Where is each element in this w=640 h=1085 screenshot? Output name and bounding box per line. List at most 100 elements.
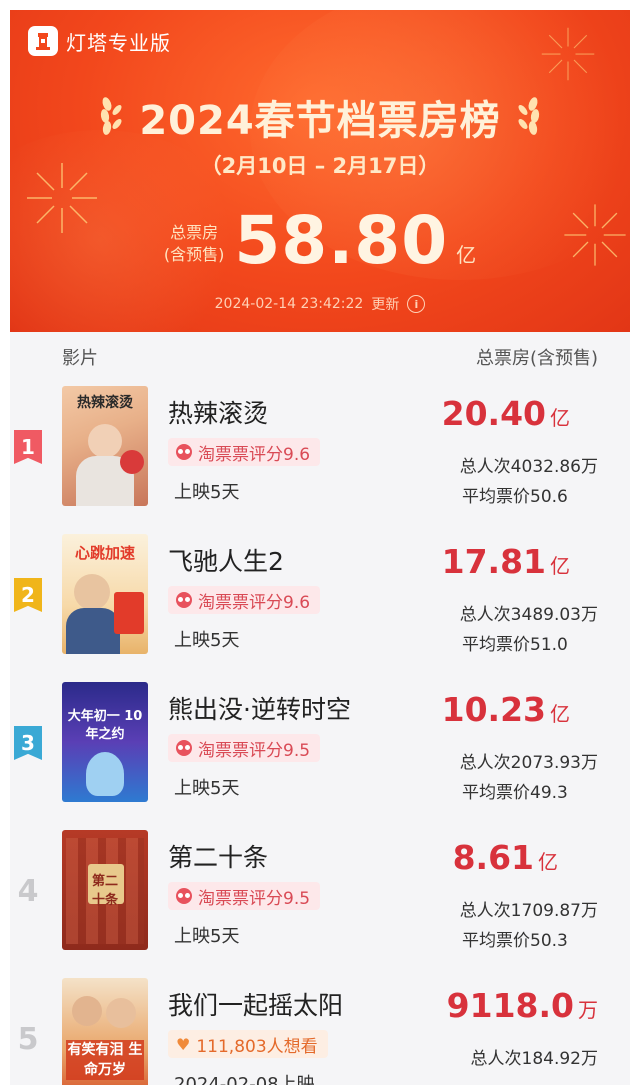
rating-text: 淘票票评分9.6 xyxy=(198,444,311,465)
info-icon[interactable]: i xyxy=(407,295,426,313)
header-banner: 灯塔专业版 2024春节档票房榜 （2月10日 – 2月17日） 总票房 (含预… xyxy=(10,10,630,332)
movie-poster[interactable]: 心跳加速 xyxy=(62,534,148,654)
release-days: 上映5天 xyxy=(174,926,240,947)
laurel-left-icon xyxy=(101,97,122,135)
admissions: 总人次2073.93万 xyxy=(459,753,598,773)
updated-suffix: 更新 xyxy=(371,297,400,313)
box-office-unit: 亿 xyxy=(538,850,558,874)
rating-badge: 淘票票评分9.5 xyxy=(168,734,321,762)
movie-row[interactable]: 5 有笑有泪 生命万岁 我们一起摇太阳 ♥ 111,803人想看 2024-02… xyxy=(10,978,630,1085)
box-office-value: 9118.0 xyxy=(446,986,574,1025)
updated-at: 2024-02-14 23:42:22 xyxy=(214,296,364,312)
column-header-film: 影片 xyxy=(62,348,98,369)
total-label-line1: 总票房 xyxy=(170,223,219,242)
admissions: 总人次3489.03万 xyxy=(459,605,598,625)
movie-row[interactable]: 3 大年初一 10年之约 熊出没·逆转时空 淘票票评分9.5 上映5天 10.2… xyxy=(10,682,630,830)
average-price: 平均票价50.3 xyxy=(462,931,568,951)
poster-figure xyxy=(72,996,102,1026)
laurel-right-icon xyxy=(518,97,539,135)
movie-title[interactable]: 第二十条 xyxy=(168,838,268,874)
rating-text: 淘票票评分9.5 xyxy=(198,888,311,909)
rank-badge: 1 xyxy=(14,430,42,464)
brand-name: 灯塔专业版 xyxy=(66,30,171,55)
average-price: 平均票价51.0 xyxy=(462,635,568,655)
total-value: 58.80 xyxy=(234,202,449,279)
admissions: 总人次4032.86万 xyxy=(459,457,598,477)
movie-title[interactable]: 热辣滚烫 xyxy=(168,394,268,430)
release-days: 上映5天 xyxy=(174,482,240,503)
want-to-see-text: 111,803人想看 xyxy=(196,1036,318,1057)
rank-badge: 2 xyxy=(14,578,42,612)
poster-title: 心跳加速 xyxy=(74,544,135,562)
movie-poster[interactable]: 第二十条 xyxy=(62,830,148,950)
movie-poster[interactable]: 热辣滚烫 xyxy=(62,386,148,506)
rating-badge: 淘票票评分9.6 xyxy=(168,586,321,614)
rank-number: 5 xyxy=(17,1021,39,1057)
want-to-see-badge: ♥ 111,803人想看 xyxy=(168,1030,328,1058)
box-office-value: 17.81 xyxy=(441,542,546,581)
poster-figure xyxy=(88,424,122,458)
date-range: （2月10日 – 2月17日） xyxy=(200,154,440,178)
box-office-value: 8.61 xyxy=(452,838,534,877)
taopiaopiao-icon xyxy=(176,740,192,756)
rating-badge: 淘票票评分9.6 xyxy=(168,438,321,466)
release-date: 2024-02-08上映 xyxy=(174,1074,315,1085)
poster-title: 第二十条 xyxy=(91,874,118,908)
box-office-unit: 亿 xyxy=(550,406,570,430)
average-price: 平均票价50.6 xyxy=(462,487,568,507)
poster-figure-body xyxy=(66,608,120,654)
box-office: 20.40 亿 xyxy=(442,394,570,433)
total-box-office: 总票房 (含预售) 58.80 亿 xyxy=(10,206,630,276)
box-office-value: 10.23 xyxy=(441,690,546,729)
poster-title: 大年初一 10年之约 xyxy=(67,709,143,742)
admissions: 总人次184.92万 xyxy=(470,1049,598,1069)
lighthouse-logo-icon xyxy=(28,26,58,56)
total-unit: 亿 xyxy=(456,243,477,267)
update-time: 2024-02-14 23:42:22 更新 i xyxy=(10,294,630,314)
movie-row[interactable]: 1 热辣滚烫 热辣滚烫 淘票票评分9.6 上映5天 20.40 亿 总人次403… xyxy=(10,386,630,534)
taopiaopiao-icon xyxy=(176,444,192,460)
box-office-value: 20.40 xyxy=(441,394,546,433)
title-row: 2024春节档票房榜 xyxy=(10,88,630,146)
brand: 灯塔专业版 xyxy=(28,26,171,56)
poster-figure xyxy=(74,574,110,610)
rating-text: 淘票票评分9.5 xyxy=(198,740,311,761)
movie-title[interactable]: 熊出没·逆转时空 xyxy=(168,690,351,726)
movie-poster[interactable]: 有笑有泪 生命万岁 xyxy=(62,978,148,1085)
poster-title: 热辣滚烫 xyxy=(77,395,133,411)
ranking-list: 影片 总票房(含预售) 1 热辣滚烫 热辣滚烫 淘票票评分9.6 上映5天 20… xyxy=(10,332,630,1085)
average-price: 平均票价49.3 xyxy=(462,783,568,803)
poster-figure xyxy=(106,998,136,1028)
taopiaopiao-icon xyxy=(176,888,192,904)
box-office: 9118.0 万 xyxy=(447,986,598,1025)
rating-badge: 淘票票评分9.5 xyxy=(168,882,321,910)
box-office: 10.23 亿 xyxy=(442,690,570,729)
box-office-unit: 万 xyxy=(578,998,598,1022)
box-office-unit: 亿 xyxy=(550,554,570,578)
poster-title: 有笑有泪 生命万岁 xyxy=(66,1040,144,1080)
movie-title[interactable]: 飞驰人生2 xyxy=(168,542,284,578)
movie-title[interactable]: 我们一起摇太阳 xyxy=(168,986,343,1022)
firework-top-icon xyxy=(541,27,595,81)
page-title: 2024春节档票房榜 xyxy=(139,98,501,144)
taopiaopiao-icon xyxy=(176,592,192,608)
poster-sign xyxy=(114,592,144,634)
rank-badge: 3 xyxy=(14,726,42,760)
release-days: 上映5天 xyxy=(174,630,240,651)
rating-text: 淘票票评分9.6 xyxy=(198,592,311,613)
movie-poster[interactable]: 大年初一 10年之约 xyxy=(62,682,148,802)
admissions: 总人次1709.87万 xyxy=(459,901,598,921)
box-office-unit: 亿 xyxy=(550,702,570,726)
box-office: 17.81 亿 xyxy=(442,542,570,581)
poster-figure xyxy=(86,752,124,796)
movie-row[interactable]: 4 第二十条 第二十条 淘票票评分9.5 上映5天 8.61 亿 总人次1709… xyxy=(10,830,630,978)
movie-row[interactable]: 2 心跳加速 飞驰人生2 淘票票评分9.6 上映5天 17.81 亿 总人次34… xyxy=(10,534,630,682)
poster-glove xyxy=(120,450,144,474)
rank-number: 4 xyxy=(17,873,39,909)
total-label-line2: (含预售) xyxy=(163,245,225,264)
box-office: 8.61 亿 xyxy=(453,838,558,877)
release-days: 上映5天 xyxy=(174,778,240,799)
column-header-box-office: 总票房(含预售) xyxy=(475,348,598,369)
total-label: 总票房 (含预售) xyxy=(164,222,225,266)
heart-icon: ♥ xyxy=(176,1034,191,1054)
